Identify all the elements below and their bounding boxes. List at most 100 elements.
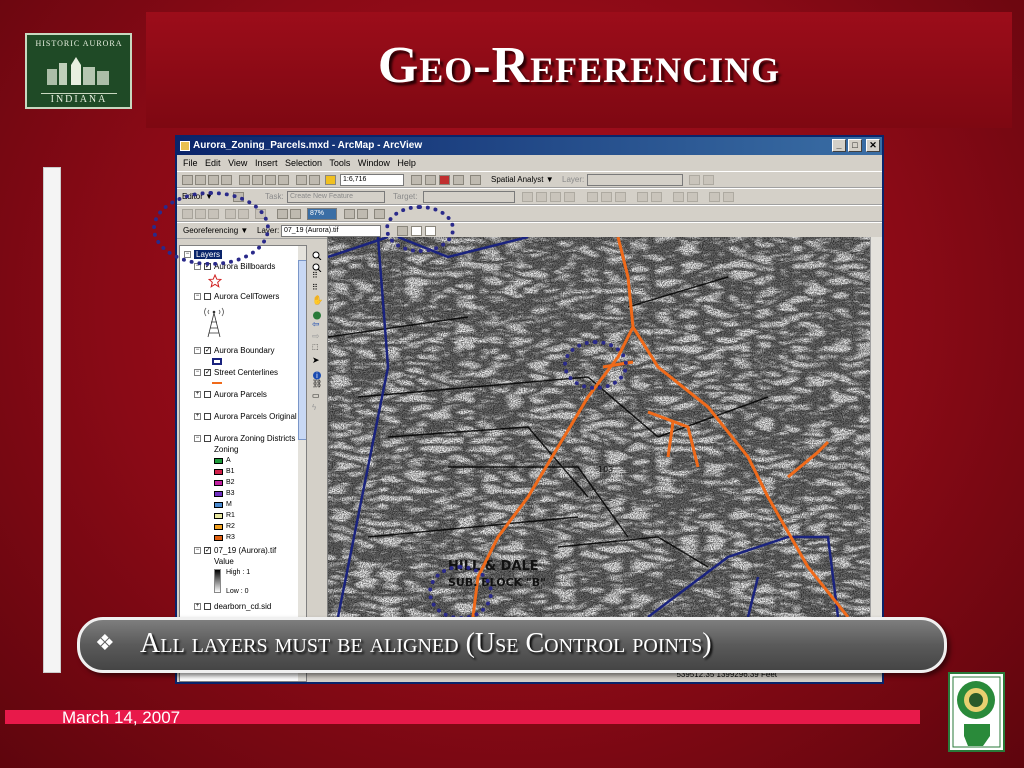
boundary-symbol-icon — [212, 358, 222, 365]
expand-icon[interactable]: − — [194, 369, 201, 377]
toc-layer-parcels[interactable]: + Aurora Parcels — [194, 390, 267, 400]
map-vertical-scrollbar[interactable] — [870, 237, 882, 617]
window-titlebar[interactable]: Aurora_Zoning_Parcels.mxd - ArcMap - Arc… — [177, 137, 882, 155]
measure-icon[interactable]: ▭ — [312, 391, 322, 400]
fix-icon[interactable] — [673, 192, 684, 202]
paste-icon[interactable] — [265, 175, 276, 185]
target-combo[interactable] — [423, 191, 515, 203]
command-line-icon[interactable] — [453, 175, 464, 185]
menu-edit[interactable]: Edit — [205, 158, 221, 168]
menu-insert[interactable]: Insert — [255, 158, 278, 168]
fixed-zoom-out-icon[interactable]: ⠿ — [312, 283, 322, 292]
arctoolbox-icon[interactable] — [425, 175, 436, 185]
snap-icon[interactable] — [601, 192, 612, 202]
menu-tools[interactable]: Tools — [329, 158, 350, 168]
layer-checkbox[interactable] — [204, 391, 211, 399]
delete-icon[interactable] — [278, 175, 289, 185]
curve-icon[interactable] — [651, 192, 662, 202]
full-extent-icon[interactable] — [312, 307, 322, 320]
menu-view[interactable]: View — [228, 158, 247, 168]
rotate-icon[interactable] — [550, 192, 561, 202]
find-icon[interactable]: ⛓ — [312, 379, 322, 388]
add-data-icon[interactable] — [325, 175, 336, 185]
contour-icon[interactable] — [703, 175, 714, 185]
toc-layer-streets[interactable]: − ✓ Street Centerlines — [194, 368, 278, 378]
layer-checkbox[interactable]: ✓ — [204, 347, 211, 355]
layer-checkbox[interactable] — [204, 603, 211, 611]
focus-data-frame-icon[interactable] — [357, 209, 368, 219]
adjust-icon[interactable] — [687, 192, 698, 202]
maximize-button[interactable]: □ — [848, 139, 862, 152]
previous-extent-icon[interactable] — [277, 209, 288, 219]
change-layout-icon[interactable] — [374, 209, 385, 219]
toc-scroll-thumb[interactable] — [298, 260, 306, 440]
zoom-out-icon[interactable] — [312, 259, 322, 273]
topology-icon[interactable] — [587, 192, 598, 202]
layer-checkbox[interactable] — [204, 413, 211, 421]
editor-toolbar-icon[interactable] — [411, 175, 422, 185]
menu-selection[interactable]: Selection — [285, 158, 322, 168]
close-button[interactable]: ✕ — [866, 139, 880, 152]
spatial-analyst-menu[interactable]: Spatial Analyst ▼ — [491, 175, 554, 185]
back-extent-icon[interactable]: ⇦ — [312, 319, 322, 329]
expand-icon[interactable]: + — [194, 391, 201, 399]
map-display[interactable]: HILL & DALE SUB. BLOCK "B" 103 — [327, 237, 882, 617]
bullet-diamond-icon: ❖ — [95, 630, 115, 655]
save-icon[interactable] — [208, 175, 219, 185]
minimize-button[interactable]: _ — [832, 139, 846, 152]
expand-icon[interactable]: + — [194, 413, 201, 421]
edit-tool-icon[interactable] — [522, 192, 533, 202]
misc-icon[interactable] — [723, 192, 734, 202]
toggle-draft-icon[interactable] — [344, 209, 355, 219]
toc-layer-parcels-original[interactable]: + Aurora Parcels Original — [194, 412, 297, 422]
menu-help[interactable]: Help — [397, 158, 416, 168]
toc-layer-zoning[interactable]: − Aurora Zoning Districts — [194, 434, 295, 444]
standard-toolbar: 1:6,716 Spatial Analyst ▼ Layer: — [177, 171, 882, 188]
fixed-zoom-in-icon[interactable]: ⠿ — [312, 271, 322, 280]
expand-icon[interactable]: − — [194, 547, 201, 555]
task-combo[interactable]: Create New Feature — [287, 191, 385, 203]
pan-icon[interactable]: ✋ — [312, 295, 323, 305]
whats-this-icon[interactable] — [470, 175, 481, 185]
select-features-icon[interactable]: ⬚ — [312, 343, 322, 352]
histogram-icon[interactable] — [689, 175, 700, 185]
expand-icon[interactable]: − — [194, 435, 201, 443]
forward-extent-icon[interactable]: ⇨ — [312, 331, 322, 341]
expand-icon[interactable]: − — [194, 347, 201, 355]
copy-icon[interactable] — [252, 175, 263, 185]
line-icon[interactable] — [637, 192, 648, 202]
attributes-icon[interactable] — [564, 192, 575, 202]
expand-icon[interactable]: − — [194, 293, 201, 301]
identify-icon[interactable]: i — [312, 367, 322, 380]
zoom-in-icon[interactable] — [312, 247, 322, 261]
county-seal-logo — [948, 672, 1005, 752]
next-extent-icon[interactable] — [290, 209, 301, 219]
undo-icon[interactable] — [296, 175, 307, 185]
toc-layer-sid[interactable]: + dearborn_cd.sid — [194, 602, 271, 612]
cut-icon[interactable] — [239, 175, 250, 185]
layer-checkbox[interactable]: ✓ — [204, 369, 211, 377]
split-icon[interactable] — [536, 192, 547, 202]
toc-layer-celltowers[interactable]: − Aurora CellTowers — [194, 292, 279, 302]
toc-layer-boundary[interactable]: − ✓ Aurora Boundary — [194, 346, 274, 356]
zoom-combo[interactable]: 87% — [307, 208, 337, 220]
vertex-icon[interactable] — [615, 192, 626, 202]
menu-window[interactable]: Window — [358, 158, 390, 168]
new-icon[interactable] — [182, 175, 193, 185]
hyperlink-icon[interactable]: ϟ — [312, 403, 322, 412]
menu-file[interactable]: File — [183, 158, 198, 168]
options-icon[interactable] — [709, 192, 720, 202]
arccatalog-icon[interactable] — [439, 175, 450, 185]
toc-layer-tif[interactable]: − ✓ 07_19 (Aurora).tif — [194, 546, 276, 556]
layer-checkbox[interactable] — [204, 293, 211, 301]
expand-icon[interactable]: + — [194, 603, 201, 611]
select-elements-icon[interactable]: ➤ — [312, 355, 322, 365]
scale-combo[interactable]: 1:6,716 — [340, 174, 404, 186]
layer-checkbox[interactable]: ✓ — [204, 547, 211, 555]
redo-icon[interactable] — [309, 175, 320, 185]
layer-checkbox[interactable] — [204, 435, 211, 443]
spatial-layer-combo[interactable] — [587, 174, 683, 186]
print-icon[interactable] — [221, 175, 232, 185]
open-icon[interactable] — [195, 175, 206, 185]
georef-layer-combo[interactable]: 07_19 (Aurora).tif — [281, 225, 381, 237]
